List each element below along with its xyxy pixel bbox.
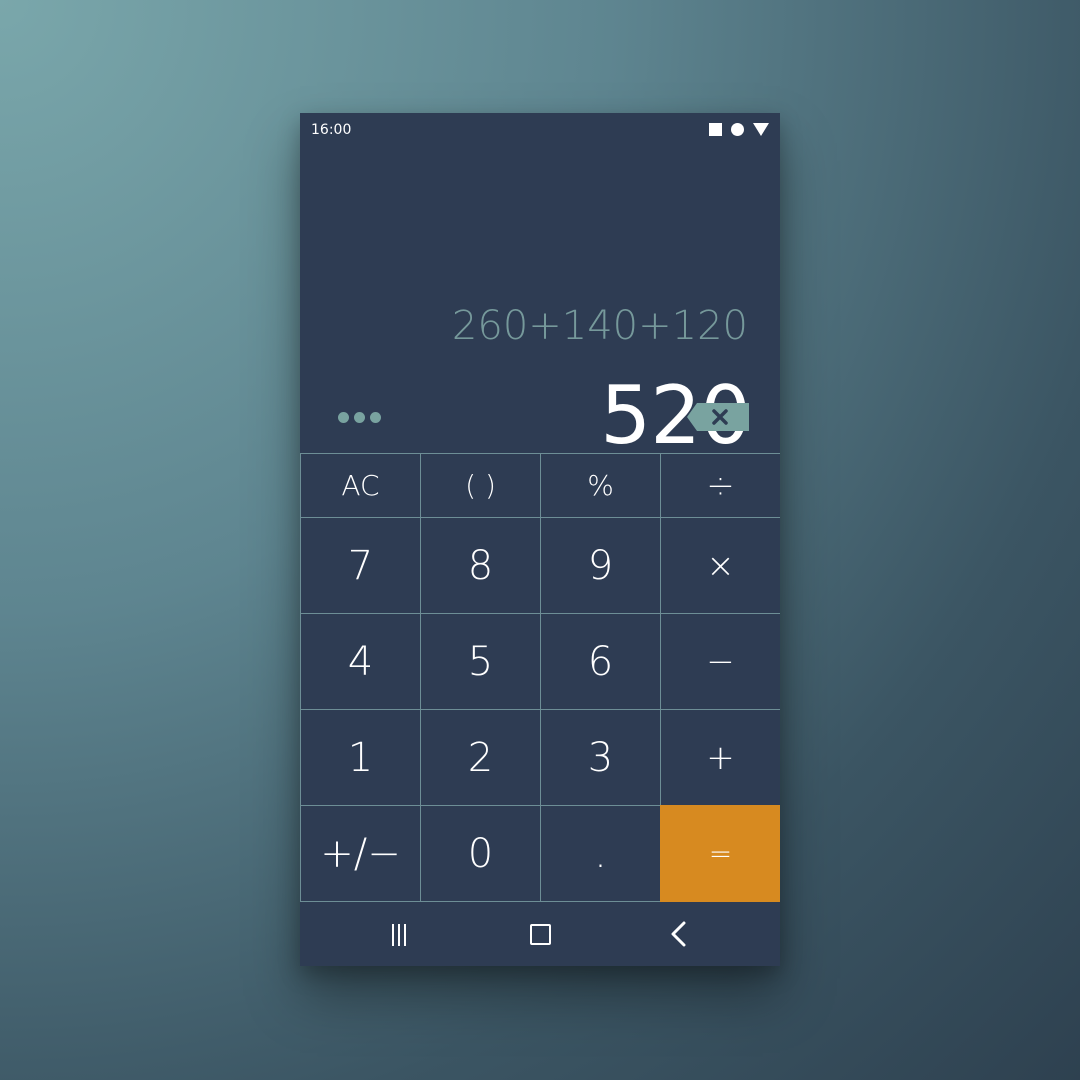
status-time: 16:00 [311, 122, 352, 138]
digit-7-button[interactable]: 7 [300, 517, 421, 614]
navigation-bar [300, 903, 780, 966]
back-icon[interactable] [667, 921, 691, 947]
status-icons [709, 123, 769, 136]
parentheses-button[interactable]: ( ) [420, 453, 541, 518]
digit-5-button[interactable]: 5 [420, 613, 541, 710]
plus-minus-button[interactable]: +/− [300, 805, 421, 902]
dot [354, 412, 365, 423]
expression-display: 260+140+120 [451, 303, 748, 349]
recents-icon[interactable] [392, 924, 406, 946]
subtract-button[interactable]: − [660, 613, 780, 710]
digit-3-button[interactable]: 3 [540, 709, 661, 806]
divide-button[interactable]: ÷ [660, 453, 780, 518]
backspace-icon[interactable] [687, 403, 749, 431]
home-icon[interactable] [530, 924, 551, 945]
square-icon [709, 123, 722, 136]
keypad: AC ( ) % ÷ 7 8 9 × 4 5 6 − 1 2 3 + +/− 0… [300, 453, 780, 902]
circle-icon [731, 123, 744, 136]
equals-button[interactable]: = [660, 805, 780, 902]
triangle-icon [753, 123, 769, 136]
clear-button[interactable]: AC [300, 453, 421, 518]
digit-6-button[interactable]: 6 [540, 613, 661, 710]
dot [370, 412, 381, 423]
percent-button[interactable]: % [540, 453, 661, 518]
more-dots-icon[interactable] [338, 412, 381, 423]
digit-0-button[interactable]: 0 [420, 805, 541, 902]
decimal-button[interactable]: . [540, 805, 661, 902]
add-button[interactable]: + [660, 709, 780, 806]
calculator-screen: 16:00 260+140+120 520 AC ( ) % ÷ 7 8 9 ×… [300, 113, 780, 966]
digit-8-button[interactable]: 8 [420, 517, 541, 614]
multiply-button[interactable]: × [660, 517, 780, 614]
digit-4-button[interactable]: 4 [300, 613, 421, 710]
recents-bar [392, 924, 394, 946]
recents-bar [404, 924, 406, 946]
digit-2-button[interactable]: 2 [420, 709, 541, 806]
recents-bar [398, 924, 400, 946]
digit-9-button[interactable]: 9 [540, 517, 661, 614]
dot [338, 412, 349, 423]
digit-1-button[interactable]: 1 [300, 709, 421, 806]
status-bar: 16:00 [300, 113, 780, 147]
